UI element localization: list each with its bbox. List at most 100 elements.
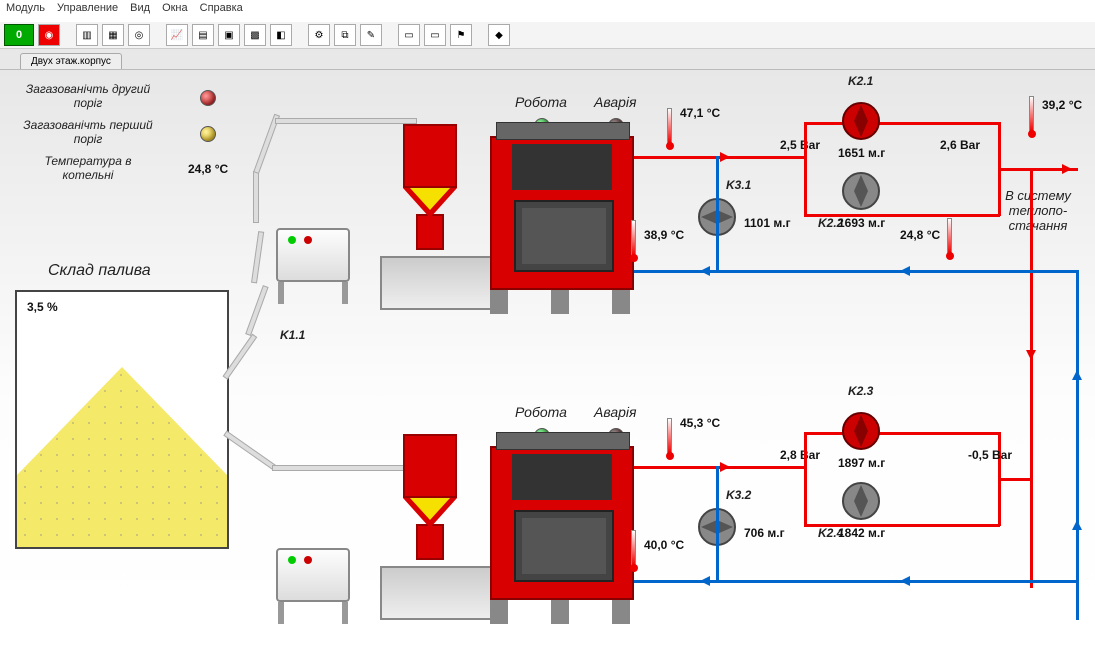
pump-k21[interactable] [838, 98, 884, 144]
label-room-temp: Температура в котельні [18, 154, 158, 182]
conveyor-pipe [253, 171, 259, 223]
boiler2-pressure: 2,8 Bar [780, 448, 820, 462]
boiler2-furnace [490, 446, 640, 646]
boiler1-temp-ret: 38,9 °C [644, 228, 684, 242]
flow-arrow-icon [1026, 350, 1036, 360]
pump-k23[interactable] [838, 408, 884, 454]
boiler1-alarm-label: Аварія [594, 94, 637, 110]
label-gas1: Загазованічть перший поріг [18, 118, 158, 146]
toolbar-btn-3[interactable]: ◎ [128, 24, 150, 46]
boiler1-burner [380, 256, 494, 310]
val-k23: 1897 м.г [838, 456, 885, 470]
pump-k22[interactable] [838, 168, 884, 214]
label-k31: K3.1 [726, 178, 751, 192]
toolbar-btn-6[interactable]: ▣ [218, 24, 240, 46]
conveyor-pipe [275, 118, 417, 124]
boiler1-hopper [400, 124, 460, 254]
boiler1-temp-out: 47,1 °C [680, 106, 720, 120]
toolbar-btn-14[interactable]: ⚑ [450, 24, 472, 46]
flow-arrow-icon [720, 152, 730, 162]
return-temp: 24,8 °C [900, 228, 940, 242]
val-k32: 706 м.г [744, 526, 785, 540]
toolbar-btn-10[interactable]: ⧉ [334, 24, 356, 46]
pipe-supply [634, 466, 804, 469]
val-k31: 1101 м.г [744, 216, 791, 230]
thermometer-icon [1028, 98, 1036, 138]
pipe-return [1030, 580, 1078, 583]
thermometer-icon [630, 532, 638, 572]
pipe-bypass [716, 466, 719, 580]
flow-arrow-icon [720, 462, 730, 472]
toolbar-btn-2[interactable]: ▦ [102, 24, 124, 46]
pipe-supply [634, 156, 804, 159]
tab-building[interactable]: Двух этаж.корпус [20, 53, 122, 69]
alarm-counter[interactable]: 0 [4, 24, 34, 46]
menu-windows[interactable]: Окна [162, 2, 188, 20]
boiler2-burner [380, 566, 494, 620]
flow-arrow-icon [900, 266, 910, 276]
menu-help[interactable]: Справка [200, 2, 243, 20]
toolbar-btn-5[interactable]: ▤ [192, 24, 214, 46]
boiler2-temp-out: 45,3 °C [680, 416, 720, 430]
silo-title: Склад палива [48, 262, 151, 280]
conveyor-pipe [245, 285, 268, 336]
supply-pressure: 2,6 Bar [940, 138, 980, 152]
menu-manage[interactable]: Управление [57, 2, 118, 20]
pipe-main-supply [1030, 168, 1033, 588]
toolbar-btn-15[interactable]: ◆ [488, 24, 510, 46]
label-gas2: Загазованічть другий поріг [18, 82, 158, 110]
conveyor-pipe [272, 465, 414, 471]
boiler2-work-label: Робота [515, 404, 567, 420]
scada-canvas: Загазованічть другий поріг Загазованічть… [0, 70, 1095, 621]
flow-arrow-icon [700, 576, 710, 586]
controller-1 [268, 228, 358, 308]
supply-pressure-2: -0,5 Bar [968, 448, 1012, 462]
val-k21: 1651 м.г [838, 146, 885, 160]
supply-system-label: В систему теплопо-стачання [988, 188, 1088, 233]
fuel-silo: 3,5 % [15, 290, 229, 549]
boiler1-furnace [490, 136, 640, 336]
boiler2-temp-ret: 40,0 °C [644, 538, 684, 552]
tabstrip: Двух этаж.корпус [0, 49, 1095, 70]
boiler2-alarm-label: Аварія [594, 404, 637, 420]
toolbar: 0 ◉ ▥ ▦ ◎ 📈 ▤ ▣ ▩ ◧ ⚙ ⧉ ✎ ▭ ▭ ⚑ ◆ [0, 22, 1095, 49]
toolbar-btn-9[interactable]: ⚙ [308, 24, 330, 46]
supply-temp: 39,2 °C [1042, 98, 1082, 112]
pipe-supply [998, 478, 1032, 481]
toolbar-btn-11[interactable]: ✎ [360, 24, 382, 46]
label-k23: K2.3 [848, 384, 873, 398]
toolbar-btn-7[interactable]: ▩ [244, 24, 266, 46]
val-k24: 1842 м.г [838, 526, 885, 540]
thermometer-icon [666, 420, 674, 460]
toolbar-btn-stop-icon[interactable]: ◉ [38, 24, 60, 46]
controller-2 [268, 548, 358, 628]
flow-arrow-icon [700, 266, 710, 276]
boiler1-pressure: 2,5 Bar [780, 138, 820, 152]
thermometer-icon [630, 222, 638, 262]
toolbar-btn-13[interactable]: ▭ [424, 24, 446, 46]
pipe-main-return [1076, 270, 1079, 620]
flow-arrow-icon [900, 576, 910, 586]
pipe-supply [804, 122, 807, 216]
menu-module[interactable]: Модуль [6, 2, 45, 20]
label-k11: K1.1 [280, 328, 305, 342]
menubar: Модуль Управление Вид Окна Справка [0, 0, 1095, 22]
val-k22: 1693 м.г [838, 216, 885, 230]
pipe-bypass [716, 156, 719, 270]
label-k21: K2.1 [848, 74, 873, 88]
pump-k24[interactable] [838, 478, 884, 524]
toolbar-btn-chart-icon[interactable]: 📈 [166, 24, 188, 46]
toolbar-btn-12[interactable]: ▭ [398, 24, 420, 46]
silo-level: 3,5 % [27, 300, 58, 314]
toolbar-btn-1[interactable]: ▥ [76, 24, 98, 46]
menu-view[interactable]: Вид [130, 2, 150, 20]
conveyor-pipe [223, 431, 277, 471]
flow-arrow-icon [1072, 520, 1082, 530]
pipe-supply [804, 432, 1000, 435]
value-room-temp: 24,8 °C [188, 162, 228, 176]
toolbar-btn-8[interactable]: ◧ [270, 24, 292, 46]
label-k32: K3.2 [726, 488, 751, 502]
boiler1-work-label: Робота [515, 94, 567, 110]
pipe-supply [804, 432, 807, 526]
conveyor-pipe [251, 231, 264, 283]
